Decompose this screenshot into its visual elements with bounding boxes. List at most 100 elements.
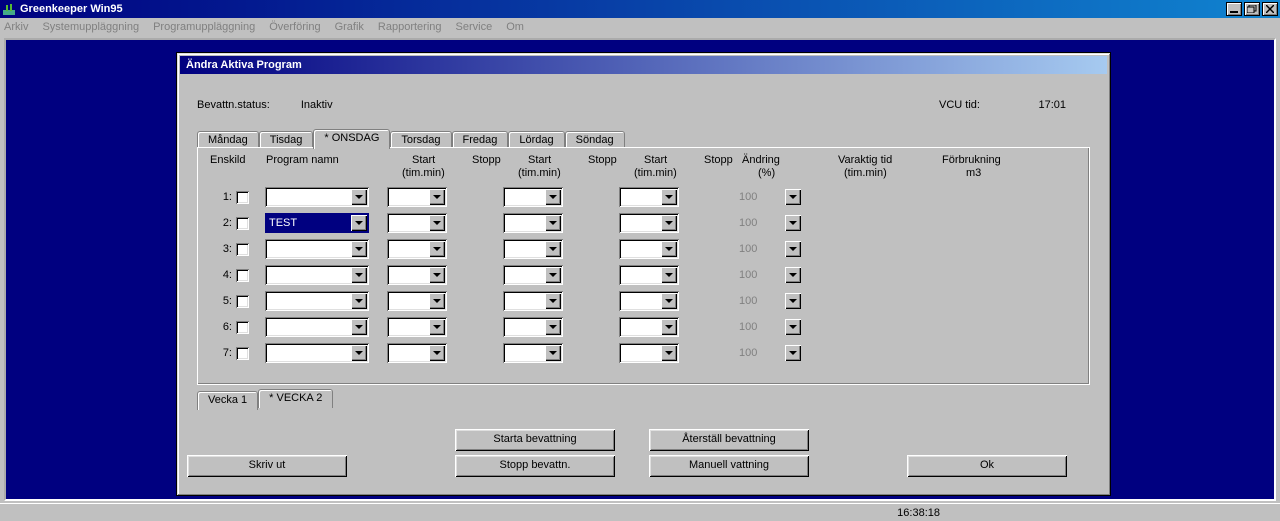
chevron-down-icon[interactable] — [785, 293, 801, 309]
start2-combo[interactable] — [503, 343, 563, 363]
start3-combo[interactable] — [619, 239, 679, 259]
start3-combo[interactable] — [619, 343, 679, 363]
menu-programupplaggning[interactable]: Programuppläggning — [153, 21, 255, 33]
tab-onsdag[interactable]: * ONSDAG — [313, 129, 390, 149]
menu-grafik[interactable]: Grafik — [335, 21, 364, 33]
chevron-down-icon[interactable] — [661, 241, 677, 257]
ok-button[interactable]: Ok — [907, 455, 1067, 477]
menu-arkiv[interactable]: Arkiv — [4, 21, 28, 33]
chevron-down-icon[interactable] — [661, 267, 677, 283]
andring-combo[interactable] — [735, 213, 803, 233]
enskild-checkbox[interactable] — [236, 347, 249, 360]
chevron-down-icon[interactable] — [429, 267, 445, 283]
andring-combo[interactable] — [735, 239, 803, 259]
andring-combo[interactable] — [735, 265, 803, 285]
starta-bevattning-button[interactable]: Starta bevattning — [455, 429, 615, 451]
enskild-checkbox[interactable] — [236, 295, 249, 308]
chevron-down-icon[interactable] — [545, 189, 561, 205]
minimize-button[interactable] — [1226, 2, 1242, 16]
start1-combo[interactable] — [387, 187, 447, 207]
chevron-down-icon[interactable] — [785, 215, 801, 231]
start3-combo[interactable] — [619, 213, 679, 233]
start2-combo[interactable] — [503, 265, 563, 285]
chevron-down-icon[interactable] — [429, 293, 445, 309]
program-namn-combo[interactable] — [265, 291, 369, 311]
start1-combo[interactable] — [387, 213, 447, 233]
hdr-start3-sub: (tim.min) — [634, 167, 677, 179]
hdr-stopp2: Stopp — [588, 154, 617, 166]
start1-combo[interactable] — [387, 265, 447, 285]
start3-combo[interactable] — [619, 317, 679, 337]
enskild-checkbox[interactable] — [236, 217, 249, 230]
chevron-down-icon[interactable] — [351, 345, 367, 361]
program-namn-combo[interactable] — [265, 343, 369, 363]
program-namn-combo[interactable] — [265, 265, 369, 285]
andring-combo[interactable] — [735, 317, 803, 337]
chevron-down-icon[interactable] — [429, 345, 445, 361]
chevron-down-icon[interactable] — [429, 189, 445, 205]
chevron-down-icon[interactable] — [545, 241, 561, 257]
chevron-down-icon[interactable] — [661, 215, 677, 231]
program-namn-combo[interactable] — [265, 213, 369, 233]
start1-combo[interactable] — [387, 239, 447, 259]
program-namn-combo[interactable] — [265, 239, 369, 259]
chevron-down-icon[interactable] — [545, 345, 561, 361]
stopp-bevattn-button[interactable]: Stopp bevattn. — [455, 455, 615, 477]
andring-combo[interactable] — [735, 291, 803, 311]
start1-combo[interactable] — [387, 317, 447, 337]
menu-service[interactable]: Service — [456, 21, 493, 33]
tab-vecka1[interactable]: Vecka 1 — [197, 391, 258, 410]
chevron-down-icon[interactable] — [785, 189, 801, 205]
aterstall-bevattning-button[interactable]: Återställ bevattning — [649, 429, 809, 451]
program-namn-combo[interactable] — [265, 187, 369, 207]
tab-vecka2[interactable]: * VECKA 2 — [258, 389, 333, 408]
chevron-down-icon[interactable] — [661, 189, 677, 205]
enskild-checkbox[interactable] — [236, 269, 249, 282]
enskild-checkbox[interactable] — [236, 321, 249, 334]
chevron-down-icon[interactable] — [785, 267, 801, 283]
start2-combo[interactable] — [503, 187, 563, 207]
chevron-down-icon[interactable] — [661, 319, 677, 335]
menu-overforing[interactable]: Överföring — [269, 21, 320, 33]
chevron-down-icon[interactable] — [545, 319, 561, 335]
chevron-down-icon[interactable] — [351, 241, 367, 257]
program-namn-combo[interactable] — [265, 317, 369, 337]
chevron-down-icon[interactable] — [661, 293, 677, 309]
start2-combo[interactable] — [503, 239, 563, 259]
chevron-down-icon[interactable] — [429, 241, 445, 257]
andring-combo[interactable] — [735, 187, 803, 207]
enskild-checkbox[interactable] — [236, 191, 249, 204]
skriv-ut-button[interactable]: Skriv ut — [187, 455, 347, 477]
start1-combo[interactable] — [387, 291, 447, 311]
chevron-down-icon[interactable] — [429, 319, 445, 335]
chevron-down-icon[interactable] — [785, 345, 801, 361]
chevron-down-icon[interactable] — [351, 189, 367, 205]
start2-combo[interactable] — [503, 213, 563, 233]
manuell-vattning-button[interactable]: Manuell vattning — [649, 455, 809, 477]
menu-om[interactable]: Om — [506, 21, 524, 33]
restore-button[interactable] — [1244, 2, 1260, 16]
chevron-down-icon[interactable] — [351, 293, 367, 309]
enskild-checkbox[interactable] — [236, 243, 249, 256]
chevron-down-icon[interactable] — [785, 319, 801, 335]
start3-combo[interactable] — [619, 187, 679, 207]
start2-combo[interactable] — [503, 317, 563, 337]
chevron-down-icon[interactable] — [351, 267, 367, 283]
chevron-down-icon[interactable] — [351, 215, 367, 231]
chevron-down-icon[interactable] — [785, 241, 801, 257]
start3-combo[interactable] — [619, 291, 679, 311]
start3-combo[interactable] — [619, 265, 679, 285]
start2-combo[interactable] — [503, 291, 563, 311]
chevron-down-icon[interactable] — [429, 215, 445, 231]
row-number: 3: — [210, 243, 232, 255]
menu-systemupplaggning[interactable]: Systemuppläggning — [42, 21, 139, 33]
close-button[interactable] — [1262, 2, 1278, 16]
chevron-down-icon[interactable] — [545, 267, 561, 283]
chevron-down-icon[interactable] — [661, 345, 677, 361]
chevron-down-icon[interactable] — [545, 293, 561, 309]
andring-combo[interactable] — [735, 343, 803, 363]
start1-combo[interactable] — [387, 343, 447, 363]
chevron-down-icon[interactable] — [545, 215, 561, 231]
menu-rapportering[interactable]: Rapportering — [378, 21, 442, 33]
chevron-down-icon[interactable] — [351, 319, 367, 335]
